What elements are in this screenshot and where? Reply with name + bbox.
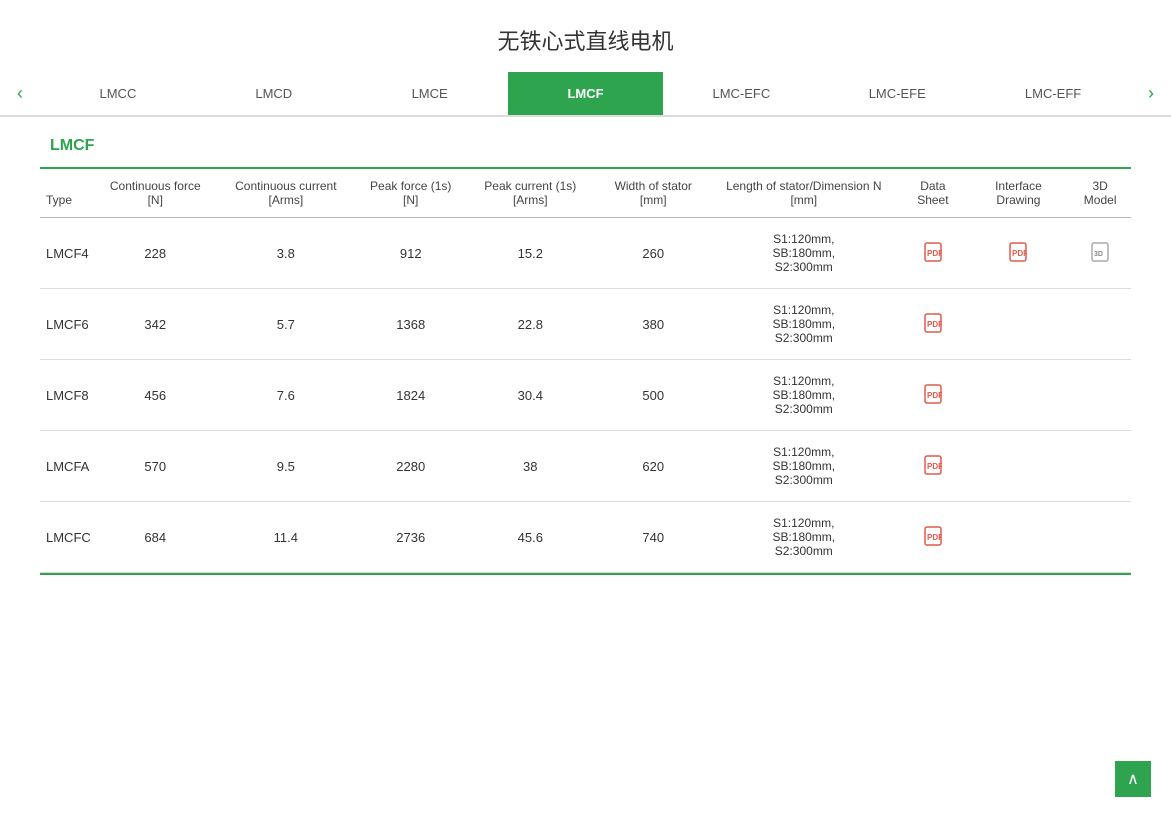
cell-data-sheet-4[interactable]: PDF bbox=[898, 502, 967, 573]
cell-length_stator-3: S1:120mm,SB:180mm,S2:300mm bbox=[709, 431, 898, 502]
col-header-cont-force: Continuous force [N] bbox=[97, 169, 214, 218]
cell-interface-drawing-3 bbox=[968, 431, 1070, 502]
cell-width_stator-2: 500 bbox=[597, 360, 709, 431]
col-header-data-sheet: Data Sheet bbox=[898, 169, 967, 218]
svg-text:PDF: PDF bbox=[927, 462, 942, 471]
col-header-type: Type bbox=[40, 169, 97, 218]
tab-bar: ‹ LMCC LMCD LMCE LMCF LMC-EFC LMC-EFE LM… bbox=[0, 72, 1171, 117]
cell-cont_force-4: 684 bbox=[97, 502, 214, 573]
cell-width_stator-1: 380 bbox=[597, 289, 709, 360]
cell-3d-model-0[interactable]: 3D bbox=[1069, 218, 1131, 289]
cell-cont_current-2: 7.6 bbox=[214, 360, 358, 431]
cell-data-sheet-1[interactable]: PDF bbox=[898, 289, 967, 360]
cell-peak_current-2: 30.4 bbox=[464, 360, 598, 431]
cell-peak_force-2: 1824 bbox=[358, 360, 464, 431]
cell-interface-drawing-1 bbox=[968, 289, 1070, 360]
cell-3d-model-2 bbox=[1069, 360, 1131, 431]
cell-cont_force-3: 570 bbox=[97, 431, 214, 502]
cell-3d-model-1 bbox=[1069, 289, 1131, 360]
cell-cont_current-0: 3.8 bbox=[214, 218, 358, 289]
col-header-3d-model: 3D Model bbox=[1069, 169, 1131, 218]
content-area: LMCF Type Continuous force [N] Continuou… bbox=[0, 117, 1171, 615]
3d-model-icon[interactable]: 3D bbox=[1091, 242, 1109, 262]
cell-data-sheet-2[interactable]: PDF bbox=[898, 360, 967, 431]
cell-type-4: LMCFC bbox=[40, 502, 97, 573]
cell-3d-model-4 bbox=[1069, 502, 1131, 573]
cell-peak_current-0: 15.2 bbox=[464, 218, 598, 289]
cell-cont_current-4: 11.4 bbox=[214, 502, 358, 573]
col-header-width-stator: Width of stator [mm] bbox=[597, 169, 709, 218]
col-header-peak-force: Peak force (1s) [N] bbox=[358, 169, 464, 218]
product-table: Type Continuous force [N] Continuous cur… bbox=[40, 169, 1131, 573]
cell-cont_current-3: 9.5 bbox=[214, 431, 358, 502]
col-header-length-stator: Length of stator/Dimension N [mm] bbox=[709, 169, 898, 218]
data-sheet-pdf-icon[interactable]: PDF bbox=[924, 384, 942, 404]
table-header-row: Type Continuous force [N] Continuous cur… bbox=[40, 169, 1131, 218]
cell-type-1: LMCF6 bbox=[40, 289, 97, 360]
cell-type-2: LMCF8 bbox=[40, 360, 97, 431]
cell-cont_current-1: 5.7 bbox=[214, 289, 358, 360]
cell-peak_current-4: 45.6 bbox=[464, 502, 598, 573]
col-header-interface-drawing: Interface Drawing bbox=[968, 169, 1070, 218]
cell-width_stator-0: 260 bbox=[597, 218, 709, 289]
tab-lmcf[interactable]: LMCF bbox=[508, 72, 664, 115]
data-sheet-pdf-icon[interactable]: PDF bbox=[924, 242, 942, 262]
cell-peak_force-3: 2280 bbox=[358, 431, 464, 502]
cell-interface-drawing-4 bbox=[968, 502, 1070, 573]
svg-text:PDF: PDF bbox=[927, 533, 942, 542]
col-header-cont-current: Continuous current [Arms] bbox=[214, 169, 358, 218]
cell-length_stator-2: S1:120mm,SB:180mm,S2:300mm bbox=[709, 360, 898, 431]
cell-peak_force-0: 912 bbox=[358, 218, 464, 289]
cell-3d-model-3 bbox=[1069, 431, 1131, 502]
tab-lmc-efe[interactable]: LMC-EFE bbox=[819, 72, 975, 115]
data-sheet-pdf-icon[interactable]: PDF bbox=[924, 455, 942, 475]
page-title: 无铁心式直线电机 bbox=[0, 0, 1171, 72]
cell-length_stator-0: S1:120mm,SB:180mm,S2:300mm bbox=[709, 218, 898, 289]
cell-type-0: LMCF4 bbox=[40, 218, 97, 289]
svg-text:PDF: PDF bbox=[1012, 249, 1027, 258]
cell-data-sheet-3[interactable]: PDF bbox=[898, 431, 967, 502]
interface-drawing-pdf-icon[interactable]: PDF bbox=[1009, 242, 1027, 262]
data-sheet-pdf-icon[interactable]: PDF bbox=[924, 313, 942, 333]
tab-lmcc[interactable]: LMCC bbox=[40, 72, 196, 115]
cell-width_stator-4: 740 bbox=[597, 502, 709, 573]
tab-lmce[interactable]: LMCE bbox=[352, 72, 508, 115]
table-row: LMCFC68411.4273645.6740S1:120mm,SB:180mm… bbox=[40, 502, 1131, 573]
table-row: LMCF42283.891215.2260S1:120mm,SB:180mm,S… bbox=[40, 218, 1131, 289]
table-row: LMCFA5709.5228038620S1:120mm,SB:180mm,S2… bbox=[40, 431, 1131, 502]
cell-width_stator-3: 620 bbox=[597, 431, 709, 502]
scroll-top-button[interactable]: ∧ bbox=[1115, 761, 1151, 797]
svg-text:PDF: PDF bbox=[927, 391, 942, 400]
cell-interface-drawing-2 bbox=[968, 360, 1070, 431]
cell-cont_force-2: 456 bbox=[97, 360, 214, 431]
svg-text:PDF: PDF bbox=[927, 320, 942, 329]
cell-peak_current-1: 22.8 bbox=[464, 289, 598, 360]
svg-text:PDF: PDF bbox=[927, 249, 942, 258]
tab-lmcd[interactable]: LMCD bbox=[196, 72, 352, 115]
cell-cont_force-0: 228 bbox=[97, 218, 214, 289]
cell-type-3: LMCFA bbox=[40, 431, 97, 502]
cell-length_stator-4: S1:120mm,SB:180mm,S2:300mm bbox=[709, 502, 898, 573]
cell-peak_current-3: 38 bbox=[464, 431, 598, 502]
table-row: LMCF63425.7136822.8380S1:120mm,SB:180mm,… bbox=[40, 289, 1131, 360]
cell-peak_force-4: 2736 bbox=[358, 502, 464, 573]
col-header-peak-current: Peak current (1s) [Arms] bbox=[464, 169, 598, 218]
cell-cont_force-1: 342 bbox=[97, 289, 214, 360]
section-title: LMCF bbox=[40, 137, 1131, 155]
cell-peak_force-1: 1368 bbox=[358, 289, 464, 360]
tab-lmc-eff[interactable]: LMC-EFF bbox=[975, 72, 1131, 115]
cell-data-sheet-0[interactable]: PDF bbox=[898, 218, 967, 289]
data-sheet-pdf-icon[interactable]: PDF bbox=[924, 526, 942, 546]
cell-length_stator-1: S1:120mm,SB:180mm,S2:300mm bbox=[709, 289, 898, 360]
tab-prev-arrow[interactable]: ‹ bbox=[0, 72, 40, 115]
table-row: LMCF84567.6182430.4500S1:120mm,SB:180mm,… bbox=[40, 360, 1131, 431]
tab-next-arrow[interactable]: › bbox=[1131, 72, 1171, 115]
svg-text:3D: 3D bbox=[1094, 251, 1103, 258]
tab-lmc-efc[interactable]: LMC-EFC bbox=[663, 72, 819, 115]
cell-interface-drawing-0[interactable]: PDF bbox=[968, 218, 1070, 289]
